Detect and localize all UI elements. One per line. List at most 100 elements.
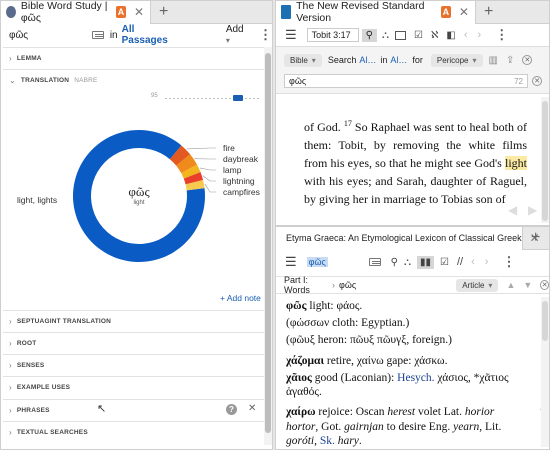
search-fields-icon[interactable]: ▥ bbox=[489, 55, 498, 66]
article-label: Article bbox=[462, 280, 485, 290]
donut-label[interactable]: lightning bbox=[223, 176, 255, 186]
tab-etyma-graeca[interactable]: Etyma Graeca: An Etymological Lexicon of… bbox=[276, 227, 540, 250]
scrollbar[interactable] bbox=[541, 297, 549, 447]
clear-query-icon[interactable]: ✕ bbox=[532, 76, 542, 86]
scrollbar-thumb[interactable] bbox=[542, 301, 548, 341]
link-set-badge[interactable]: A bbox=[440, 6, 451, 18]
entry-italic: yearn bbox=[453, 421, 480, 433]
close-tab-icon[interactable]: ✕ bbox=[459, 5, 469, 19]
timeline-slider[interactable]: 95 bbox=[151, 93, 263, 103]
scope-dropdown[interactable]: All Passages bbox=[122, 24, 180, 46]
entry-text: , Lit. bbox=[479, 421, 502, 433]
section-row[interactable]: › SEPTUAGINT TRANSLATION bbox=[3, 310, 264, 332]
section-row[interactable]: › PHRASES bbox=[3, 399, 264, 421]
more-options-icon[interactable]: ⋮ bbox=[502, 254, 515, 270]
entry-text: light: φάος. bbox=[306, 300, 363, 312]
chevron-down-icon: ▾ bbox=[488, 280, 493, 290]
entry-text: retire, χαίνω gape: χάσκω. bbox=[324, 355, 448, 367]
text-compare-icon[interactable]: ◧ bbox=[446, 30, 455, 41]
interlinear-icon[interactable]: ℵ bbox=[431, 30, 438, 41]
section-row[interactable]: › TEXTUAL SEARCHES bbox=[3, 421, 264, 443]
scrollbar[interactable] bbox=[541, 97, 549, 223]
donut-label[interactable]: lamp bbox=[223, 165, 242, 175]
breadcrumb-root[interactable]: Part I: Words bbox=[284, 275, 328, 295]
visual-filter-icon[interactable]: ☑ bbox=[414, 30, 423, 41]
donut-label[interactable]: campfires bbox=[223, 187, 260, 197]
section-row[interactable]: › EXAMPLE USES bbox=[3, 376, 264, 398]
lexicon-entry: χαίρω rejoice: Oscan herest volet Lat. h… bbox=[286, 405, 533, 419]
add-dropdown[interactable]: Add ▾ bbox=[226, 24, 249, 46]
donut-label[interactable]: fire bbox=[223, 143, 235, 153]
more-options-icon[interactable]: ⋮ bbox=[259, 27, 272, 43]
section-translation[interactable]: ⌄ TRANSLATION NABRE bbox=[3, 69, 264, 91]
search-icon[interactable]: ⚲ bbox=[391, 257, 398, 268]
breadcrumb-leaf[interactable]: φῶς bbox=[339, 280, 356, 290]
display-icon[interactable]: ▮▮ bbox=[416, 255, 434, 269]
lexicon-entry: (φώσσων cloth: Egyptian.) bbox=[286, 316, 533, 330]
search-range-dropdown[interactable]: Al… bbox=[390, 55, 407, 65]
parallel-icon[interactable]: // bbox=[457, 256, 463, 268]
search-icon[interactable]: ⚲ bbox=[361, 28, 377, 42]
donut-label[interactable]: daybreak bbox=[223, 154, 259, 164]
section-row[interactable]: › SENSES bbox=[3, 354, 264, 376]
scrollbar-thumb[interactable] bbox=[265, 53, 271, 433]
next-page-icon[interactable]: ▶ bbox=[528, 203, 537, 217]
visual-filter-icon[interactable]: ☑ bbox=[440, 257, 449, 268]
timeline-track bbox=[165, 98, 259, 99]
pericope-dropdown[interactable]: Pericope ▾ bbox=[430, 53, 483, 67]
keyboard-icon[interactable] bbox=[368, 258, 381, 266]
translation-source[interactable]: NABRE bbox=[74, 77, 97, 84]
close-icon[interactable]: ✕ bbox=[540, 280, 549, 290]
forward-icon[interactable]: › bbox=[478, 29, 482, 41]
back-icon[interactable]: ‹ bbox=[471, 256, 475, 268]
tab-bible-word-study[interactable]: Bible Word Study | φῶς A ✕ bbox=[1, 1, 151, 24]
resource-info-icon[interactable]: ⛬ bbox=[404, 257, 411, 268]
new-tab-icon[interactable]: + bbox=[476, 3, 501, 21]
verse-number[interactable]: 17 bbox=[344, 119, 352, 128]
timeline-handle[interactable] bbox=[233, 95, 243, 101]
resource-info-icon[interactable]: ⛬ bbox=[382, 30, 389, 41]
text-before: of God. bbox=[304, 120, 341, 134]
help-icon[interactable]: ? bbox=[226, 404, 237, 415]
search-input[interactable]: φῶς bbox=[306, 257, 369, 267]
previous-page-icon[interactable]: ◀ bbox=[508, 203, 517, 217]
reference-input[interactable]: Tobit 3:17 bbox=[306, 28, 359, 42]
menu-icon[interactable]: ☰ bbox=[285, 27, 297, 43]
share-icon[interactable]: ⇪ bbox=[506, 55, 514, 66]
close-search-icon[interactable]: ✕ bbox=[522, 55, 533, 65]
chevron-right-icon: › bbox=[9, 428, 12, 437]
lexicon-entry: φῶς light: φάος. bbox=[286, 299, 533, 313]
display-icon[interactable] bbox=[394, 30, 406, 40]
lexicon-entry: goróti, Sk. hary. bbox=[286, 434, 533, 448]
hesych-link[interactable]: Hesych. bbox=[397, 372, 434, 384]
new-tab-icon[interactable]: + bbox=[151, 3, 176, 21]
add-note-button[interactable]: + Add note bbox=[220, 293, 261, 303]
donut-label-main[interactable]: light, lights bbox=[17, 195, 57, 205]
next-article-icon[interactable]: ▼ bbox=[523, 280, 532, 290]
section-row[interactable]: › ROOT bbox=[3, 332, 264, 354]
search-scope-dropdown[interactable]: Al… bbox=[359, 55, 376, 65]
entry-italic: goróti bbox=[286, 435, 315, 447]
sk-link[interactable]: Sk. bbox=[320, 435, 335, 447]
entry-italic: gairnjan bbox=[344, 421, 384, 433]
previous-article-icon[interactable]: ▲ bbox=[506, 280, 515, 290]
more-options-icon[interactable]: ⋮ bbox=[495, 27, 508, 43]
tab-nrsv[interactable]: The New Revised Standard Version A ✕ bbox=[276, 1, 476, 24]
query-row: φῶς 72 ✕ bbox=[276, 73, 549, 89]
close-tab-icon[interactable]: ✕ bbox=[134, 5, 144, 19]
forward-icon[interactable]: › bbox=[485, 256, 489, 268]
new-tab-icon[interactable]: + bbox=[523, 229, 548, 247]
link-set-badge[interactable]: A bbox=[116, 6, 126, 18]
article-dropdown[interactable]: Article ▾ bbox=[456, 278, 499, 292]
scrollbar[interactable] bbox=[264, 47, 272, 445]
search-input[interactable]: φῶς bbox=[9, 30, 84, 41]
back-icon[interactable]: ‹ bbox=[464, 29, 468, 41]
highlighted-word[interactable]: light bbox=[504, 156, 527, 170]
bible-dropdown[interactable]: Bible ▾ bbox=[284, 53, 322, 67]
close-section-icon[interactable]: ✕ bbox=[248, 403, 256, 414]
scrollbar-thumb[interactable] bbox=[542, 101, 548, 221]
menu-icon[interactable]: ☰ bbox=[285, 254, 297, 270]
section-lemma[interactable]: › LEMMA bbox=[3, 47, 264, 69]
keyboard-icon[interactable] bbox=[92, 31, 104, 39]
query-input[interactable]: φῶς 72 bbox=[284, 74, 528, 88]
